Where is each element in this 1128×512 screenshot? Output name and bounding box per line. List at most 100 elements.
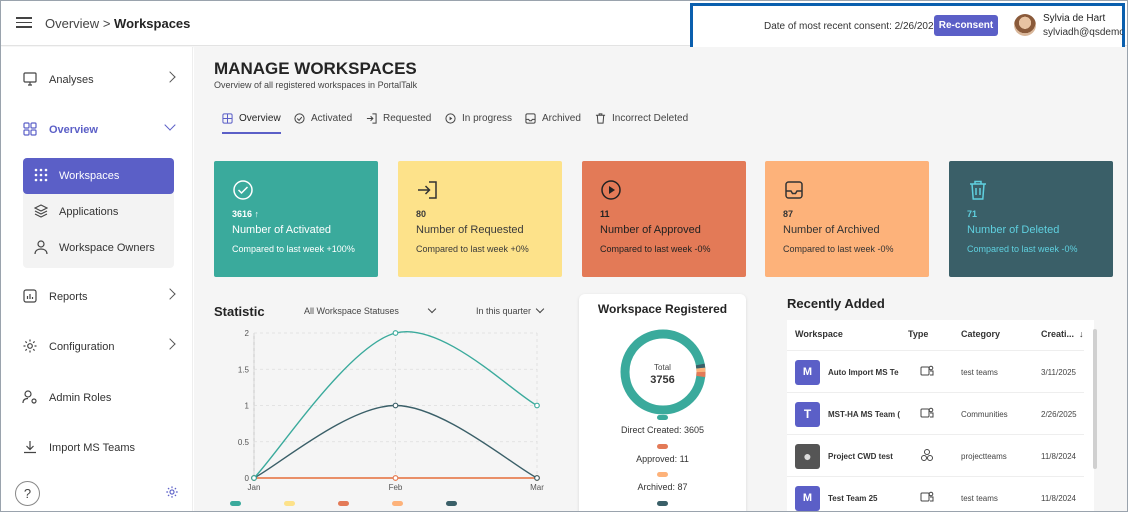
sort-desc-icon[interactable]: ↓ bbox=[1079, 329, 1084, 339]
breadcrumb: Overview > Workspaces bbox=[45, 16, 190, 31]
workspace-name: MST-HA MS Team ( bbox=[828, 410, 900, 419]
column-header-workspace[interactable]: Workspace bbox=[795, 329, 843, 339]
data-point bbox=[392, 402, 399, 409]
statistic-line-chart: 0 0.5 1 1.5 2 Jan Feb Mar bbox=[230, 329, 544, 506]
card-value: 87 bbox=[783, 209, 794, 219]
breadcrumb-separator: > bbox=[102, 16, 111, 31]
tab-label: In progress bbox=[462, 113, 513, 124]
sidebar-item-overview[interactable]: Overview bbox=[22, 119, 182, 141]
teams-logo-icon: T bbox=[795, 402, 820, 427]
chevron-right-icon bbox=[164, 71, 176, 83]
card-value: 3616 bbox=[232, 209, 253, 219]
period-filter-dropdown[interactable]: In this quarter bbox=[476, 304, 545, 316]
sidebar-subitem-workspace-owners[interactable]: Workspace Owners bbox=[23, 230, 174, 266]
archive-icon bbox=[525, 113, 536, 124]
tab-requested[interactable]: Requested bbox=[366, 113, 431, 133]
legend-archived: Archived: 87 bbox=[637, 482, 688, 492]
reconsent-button[interactable]: Re-consent bbox=[934, 15, 998, 36]
legend-swatch bbox=[657, 501, 668, 506]
sidebar-item-admin-roles[interactable]: Admin Roles bbox=[22, 389, 182, 409]
consent-date-text: Date of most recent consent: 2/26/2025 bbox=[764, 21, 940, 32]
sidebar-item-import-ms-teams[interactable]: Import MS Teams bbox=[22, 439, 182, 459]
card-archived[interactable]: 87 Number of Archived Compared to last w… bbox=[765, 161, 929, 277]
teams-icon bbox=[920, 365, 934, 376]
legend-swatch bbox=[392, 501, 403, 506]
card-label: Number of Deleted bbox=[967, 224, 1060, 236]
avatar[interactable] bbox=[1014, 14, 1036, 36]
sidebar-item-label: Configuration bbox=[49, 341, 115, 353]
sidebar-item-reports[interactable]: Reports bbox=[22, 288, 182, 308]
archive-icon bbox=[785, 181, 803, 199]
card-requested[interactable]: 80 Number of Requested Compared to last … bbox=[398, 161, 562, 277]
legend-swatch bbox=[230, 501, 241, 506]
period-filter-value: In this quarter bbox=[476, 306, 532, 316]
hamburger-menu-icon[interactable] bbox=[16, 17, 32, 29]
help-button[interactable]: ? bbox=[15, 481, 40, 506]
y-tick-label: 1 bbox=[245, 402, 250, 411]
arrow-in-icon bbox=[418, 181, 437, 199]
data-point bbox=[534, 402, 540, 409]
settings-gear-icon[interactable] bbox=[165, 485, 179, 499]
sidebar-item-label: Import MS Teams bbox=[49, 442, 135, 454]
sidebar-item-label: Analyses bbox=[49, 74, 94, 86]
tab-in-progress[interactable]: In progress bbox=[445, 113, 512, 133]
chevron-right-icon bbox=[164, 288, 176, 300]
tab-incorrect-deleted[interactable]: Incorrect Deleted bbox=[595, 113, 688, 133]
main-content: MANAGE WORKSPACES Overview of all regist… bbox=[194, 47, 1128, 512]
x-tick-label: Feb bbox=[389, 483, 403, 492]
table-row[interactable]: T MST-HA MS Team ( Communities 2/26/2025 bbox=[787, 392, 1084, 434]
table-row[interactable]: M Auto Import MS Te test teams 3/11/2025 bbox=[787, 350, 1084, 392]
play-circle-icon bbox=[445, 113, 456, 124]
workspace-category: test teams bbox=[961, 494, 998, 503]
donut-total-label: Total bbox=[654, 363, 671, 372]
column-header-created[interactable]: Creati... bbox=[1041, 329, 1074, 339]
sidebar-subitem-label: Workspace Owners bbox=[59, 242, 155, 254]
layers-icon bbox=[34, 204, 48, 218]
table-row[interactable]: ● Project CWD test projectteams 11/8/202… bbox=[787, 434, 1084, 476]
sidebar-item-configuration[interactable]: Configuration bbox=[22, 338, 182, 358]
user-name: Sylvia de Hart bbox=[1043, 13, 1106, 24]
column-header-type[interactable]: Type bbox=[908, 329, 928, 339]
workspace-name: Auto Import MS Te bbox=[828, 368, 899, 377]
x-tick-label: Mar bbox=[530, 483, 544, 492]
tab-overview[interactable]: Overview bbox=[222, 113, 281, 134]
breadcrumb-overview[interactable]: Overview bbox=[45, 16, 99, 31]
consent-panel: Date of most recent consent: 2/26/2025 R… bbox=[690, 3, 1125, 52]
table-row[interactable]: M Test Team 25 test teams 11/8/2024 bbox=[787, 476, 1084, 512]
y-tick-label: 2 bbox=[245, 329, 250, 338]
chevron-down-icon bbox=[164, 119, 176, 131]
column-header-category[interactable]: Category bbox=[961, 329, 1000, 339]
workspace-created-date: 11/8/2024 bbox=[1041, 494, 1076, 503]
registered-title: Workspace Registered bbox=[597, 302, 728, 316]
play-circle-icon bbox=[601, 180, 621, 200]
status-filter-dropdown[interactable]: All Workspace Statuses bbox=[304, 304, 437, 316]
card-activated[interactable]: 3616 ↑ Number of Activated Compared to l… bbox=[214, 161, 378, 277]
sidebar-subitem-applications[interactable]: Applications bbox=[23, 194, 174, 230]
project-logo-icon: ● bbox=[795, 444, 820, 469]
legend-swatch bbox=[657, 444, 668, 449]
card-compare: Compared to last week -0% bbox=[967, 244, 1078, 254]
breadcrumb-current: Workspaces bbox=[114, 16, 191, 31]
card-value: 80 bbox=[416, 209, 427, 219]
trash-icon bbox=[970, 180, 986, 200]
overview-submenu: Workspaces Applications Workspace Owners bbox=[23, 158, 174, 268]
sidebar-item-label: Admin Roles bbox=[49, 392, 112, 404]
workspace-name: Test Team 25 bbox=[828, 494, 878, 503]
card-compare: Compared to last week +0% bbox=[416, 244, 529, 254]
tab-archived[interactable]: Archived bbox=[525, 113, 581, 133]
sidebar-subitem-workspaces[interactable]: Workspaces bbox=[23, 158, 174, 194]
recently-added-title: Recently Added bbox=[787, 296, 885, 311]
table-scrollbar[interactable] bbox=[1093, 329, 1097, 469]
recently-added-table: Workspace Type Category Creati... ↓ M Au… bbox=[787, 320, 1094, 512]
sidebar-item-analyses[interactable]: Analyses bbox=[22, 71, 182, 91]
card-approved[interactable]: 11 Number of Approved Compared to last w… bbox=[582, 161, 746, 277]
legend-swatch bbox=[338, 501, 349, 506]
legend-approved: Approved: 11 bbox=[636, 454, 689, 464]
grid-icon bbox=[23, 122, 37, 136]
user-email: sylviadh@qsdemo.n bbox=[1043, 27, 1123, 38]
card-deleted[interactable]: 71 Number of Deleted Compared to last we… bbox=[949, 161, 1113, 277]
workspace-logo-icon: M bbox=[795, 486, 820, 511]
chevron-down-icon bbox=[427, 304, 437, 314]
workspace-created-date: 2/26/2025 bbox=[1041, 410, 1077, 419]
tab-activated[interactable]: Activated bbox=[294, 113, 352, 133]
